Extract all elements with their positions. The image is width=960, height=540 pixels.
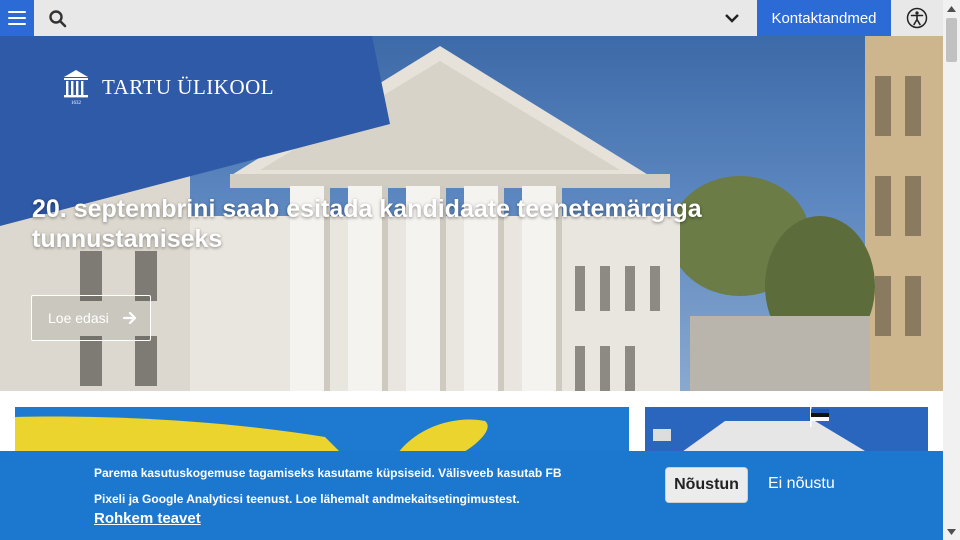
chevron-down-icon[interactable]	[722, 9, 742, 27]
card-illustration	[645, 407, 928, 457]
scroll-down-arrow[interactable]	[943, 523, 960, 540]
accessibility-icon	[906, 7, 928, 29]
agree-button[interactable]: Nõustun	[665, 467, 748, 503]
read-more-label: Loe edasi	[48, 310, 109, 326]
search-input[interactable]	[76, 4, 710, 34]
cookie-banner: Parema kasutuskogemuse tagamiseks kasuta…	[0, 451, 943, 540]
hero-headline[interactable]: 20. septembrini saab esitada kandidaate …	[32, 194, 792, 254]
top-bar: Kontaktandmed	[0, 0, 943, 36]
news-card-image[interactable]	[15, 407, 629, 457]
hero-banner: 1632 TARTU ÜLIKOOL 20. septembrini saab …	[0, 36, 943, 391]
menu-button[interactable]	[0, 0, 34, 36]
scroll-thumb[interactable]	[946, 18, 957, 62]
logo-text: TARTU ÜLIKOOL	[102, 74, 275, 99]
news-card-image[interactable]	[645, 407, 928, 457]
contact-button[interactable]: Kontaktandmed	[757, 0, 891, 36]
arrow-right-icon	[123, 311, 137, 325]
university-logo[interactable]: 1632 TARTU ÜLIKOOL	[62, 69, 274, 105]
more-info-link[interactable]: Rohkem teavet	[94, 510, 201, 527]
search-icon[interactable]	[48, 9, 68, 29]
accessibility-button[interactable]	[891, 0, 943, 36]
read-more-button[interactable]: Loe edasi	[31, 295, 151, 341]
card-illustration	[15, 416, 488, 457]
scroll-up-arrow[interactable]	[943, 0, 960, 17]
page-scrollbar[interactable]	[943, 0, 960, 540]
logo-year: 1632	[71, 101, 82, 105]
menu-icon	[8, 11, 26, 25]
cookie-message: Parema kasutuskogemuse tagamiseks kasuta…	[94, 466, 562, 506]
university-logo-icon: 1632	[64, 70, 88, 105]
disagree-button[interactable]: Ei nõustu	[768, 475, 835, 493]
